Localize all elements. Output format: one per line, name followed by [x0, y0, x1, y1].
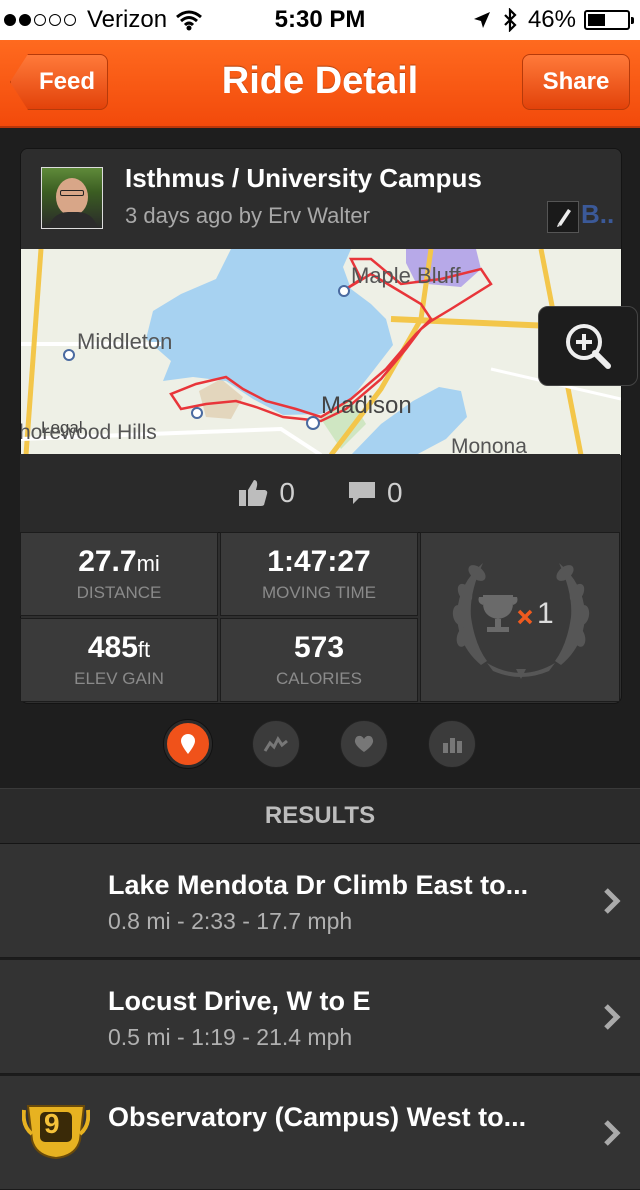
tab-analysis[interactable]: [428, 720, 476, 768]
segment-title: Locust Drive, W to E: [108, 986, 371, 1016]
segment-title: Observatory (Campus) West to...: [108, 1102, 527, 1132]
map-label-maple-bluff: Maple Bluff: [351, 263, 462, 288]
elev-unit: ft: [137, 637, 151, 662]
distance-value: 27.7: [78, 545, 137, 578]
achievement-count: 1: [537, 597, 554, 630]
status-bar: Verizon 5:30 PM 46%: [0, 0, 640, 40]
route-map[interactable]: Maple Bluff Middleton Madison Legal hore…: [21, 249, 621, 455]
social-bar: 0 0: [20, 454, 620, 533]
distance-unit: mi: [136, 551, 160, 576]
activity-graph-icon: [263, 736, 288, 752]
elev-label: ELEV GAIN: [74, 669, 164, 688]
kudos-button[interactable]: 0: [237, 477, 295, 509]
tab-elevation[interactable]: [252, 720, 300, 768]
rank-number: 9: [44, 1108, 60, 1139]
detail-tabs: [0, 720, 640, 770]
moving-time-label: MOVING TIME: [262, 583, 376, 602]
result-row[interactable]: Locust Drive, W to E 0.5 mi - 1:19 - 21.…: [0, 960, 640, 1074]
ride-subtitle: 3 days ago by Erv Walter: [125, 203, 370, 228]
segment-detail: 0.5 mi - 1:19 - 21.4 mph: [108, 1024, 353, 1050]
location-arrow-icon: [473, 12, 490, 28]
map-canvas: Maple Bluff Middleton Madison Legal hore…: [21, 249, 621, 455]
elev-value: 485: [87, 631, 138, 664]
stat-moving-time: 1:47:27 MOVING TIME: [220, 532, 418, 616]
chevron-right-icon: [604, 888, 621, 914]
ride-stats: 27.7mi DISTANCE 1:47:27 MOVING TIME 485f…: [20, 532, 620, 702]
navigation-bar: Feed Ride Detail Share: [0, 40, 640, 128]
result-row[interactable]: Lake Mendota Dr Climb East to... 0.8 mi …: [0, 844, 640, 958]
bar-chart-icon: [443, 738, 462, 753]
segment-title: Lake Mendota Dr Climb East to...: [108, 870, 529, 900]
stat-distance: 27.7mi DISTANCE: [20, 532, 218, 616]
comments-button[interactable]: 0: [347, 477, 403, 509]
heart-icon: [354, 735, 374, 752]
chevron-right-icon: [604, 1120, 621, 1146]
map-pin-icon: [181, 734, 195, 754]
map-label-middleton: Middleton: [77, 329, 172, 354]
ride-header: Isthmus / University Campus 3 days ago b…: [21, 149, 621, 249]
status-icons: 46%: [472, 6, 634, 34]
ride-title: Isthmus / University Campus: [125, 163, 482, 193]
map-label-madison: Madison: [321, 392, 412, 419]
map-label-monona: Monona: [451, 435, 527, 455]
map-label-shorewood-hills: horewood Hills: [21, 421, 157, 444]
battery-icon: [584, 10, 634, 30]
distance-label: DISTANCE: [76, 583, 162, 602]
laurel-wreath-icon: [452, 563, 590, 679]
calories-label: CALORIES: [276, 669, 362, 688]
calories-value: 573: [293, 631, 345, 664]
facebook-share-link[interactable]: B..: [581, 199, 614, 230]
segment-detail: 0.8 mi - 2:33 - 17.7 mph: [108, 908, 353, 934]
pencil-icon: [557, 209, 571, 227]
results-heading: RESULTS: [0, 788, 640, 844]
share-button[interactable]: Share: [522, 54, 630, 110]
stat-elevation: 485ft ELEV GAIN: [20, 618, 218, 702]
chevron-right-icon: [604, 1004, 621, 1030]
battery-percent: 46%: [527, 6, 576, 33]
moving-time-value: 1:47:27: [267, 545, 371, 578]
achievements-cell[interactable]: 1: [420, 532, 620, 702]
bluetooth-icon: [504, 8, 517, 32]
stat-calories: 573 CALORIES: [220, 618, 418, 702]
zoom-map-button[interactable]: [538, 306, 638, 386]
athlete-avatar[interactable]: [41, 167, 103, 229]
magnify-plus-icon: [566, 324, 611, 369]
comment-count: 0: [387, 477, 403, 508]
thumbs-up-icon: [239, 480, 268, 506]
tab-heart-rate[interactable]: [340, 720, 388, 768]
result-row[interactable]: 9 Observatory (Campus) West to...: [0, 1076, 640, 1190]
trophy-icon: [478, 595, 518, 632]
kudos-count: 0: [279, 477, 295, 508]
edit-button[interactable]: [547, 201, 579, 233]
tab-map[interactable]: [164, 720, 212, 768]
comment-bubble-icon: [349, 482, 375, 504]
